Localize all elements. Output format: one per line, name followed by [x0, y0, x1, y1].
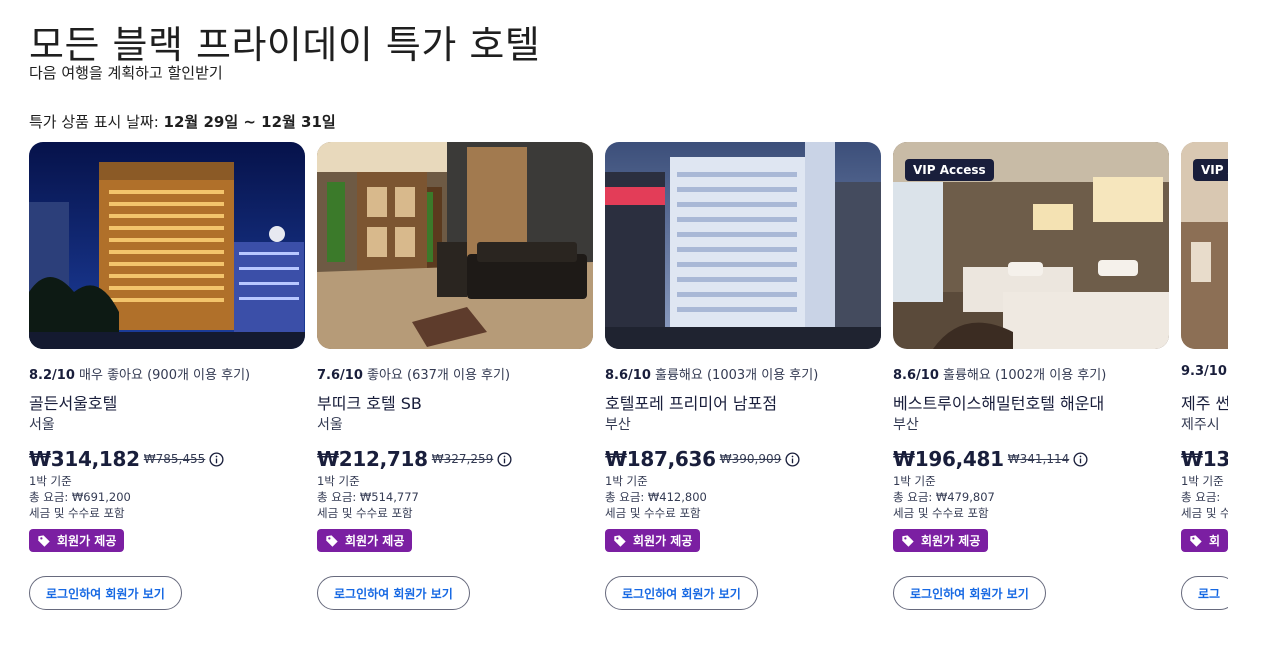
hotel-name[interactable]: 부띠크 호텔 SB	[317, 390, 422, 414]
per-night-label: 1박 기준	[317, 474, 360, 488]
rating-text: 좋아요 (637개 이용 후기)	[367, 368, 511, 383]
member-price-badge: 회원가 제공	[317, 529, 413, 552]
member-price-badge: 회	[1181, 529, 1228, 552]
rating-score: 8.6/10	[893, 368, 939, 383]
price-row: ₩196,481 ₩341,114	[893, 447, 1088, 471]
hotel-name[interactable]: 호텔포레 프리미어 남포점	[605, 390, 777, 414]
taxes-note: 세금 및 수수료 포함	[317, 506, 413, 520]
info-circle-icon[interactable]	[1073, 451, 1088, 467]
taxes-note: 세금 및 수	[1181, 506, 1228, 520]
hotel-card[interactable]: 7.6/10 좋아요 (637개 이용 후기) 부띠크 호텔 SB 서울 ₩21…	[317, 142, 593, 612]
info-circle-icon[interactable]	[785, 451, 800, 467]
member-price-badge: 회원가 제공	[893, 529, 989, 552]
info-circle-icon[interactable]	[209, 451, 224, 467]
price-row: ₩212,718 ₩327,259	[317, 447, 512, 471]
hotel-image[interactable]: VIP A	[1181, 142, 1228, 349]
info-circle-icon[interactable]	[497, 451, 512, 467]
member-price-label: 회원가 제공	[57, 534, 117, 548]
taxes-note: 세금 및 수수료 포함	[29, 506, 125, 520]
price-row: ₩314,182 ₩785,455	[29, 447, 224, 471]
rating-score: 8.6/10	[605, 368, 651, 383]
login-member-price-button[interactable]: 로그인하여 회원가 보기	[317, 576, 470, 610]
original-price: ₩327,259	[431, 452, 494, 466]
hotel-rating: 8.6/10 훌륭해요 (1002개 이용 후기)	[893, 364, 1106, 383]
per-night-label: 1박 기준	[893, 474, 936, 488]
login-member-price-button[interactable]: 로그인하여 회원가 보기	[605, 576, 758, 610]
taxes-note: 세금 및 수수료 포함	[893, 506, 989, 520]
member-price-label: 회	[1209, 534, 1221, 548]
original-price: ₩390,909	[719, 452, 782, 466]
total-price: 총 요금: ₩514,777	[317, 490, 419, 504]
vip-access-badge: VIP Access	[905, 159, 994, 181]
total-price: 총 요금: ₩479,807	[893, 490, 995, 504]
total-price: 총 요금: ₩412,800	[605, 490, 707, 504]
hotel-card[interactable]: VIP Access 8.6/10 훌륭해요 (1002개 이용 후기) 베스트…	[893, 142, 1169, 612]
deal-dates-label: 특가 상품 표시 날짜:	[29, 113, 159, 131]
rating-score: 7.6/10	[317, 368, 363, 383]
per-night-label: 1박 기준	[605, 474, 648, 488]
vip-access-badge: VIP A	[1193, 159, 1228, 181]
login-member-price-button[interactable]: 로그인하여 회원가 보기	[29, 576, 182, 610]
member-price-label: 회원가 제공	[921, 534, 981, 548]
price-row: ₩187,636 ₩390,909	[605, 447, 800, 471]
hotel-image[interactable]: VIP Access	[893, 142, 1169, 349]
page-title: 모든 블랙 프라이데이 특가 호텔	[29, 23, 541, 67]
hotel-city: 서울	[317, 417, 343, 433]
deal-dates-value: 12월 29일 ~ 12월 31일	[163, 113, 336, 131]
hotel-card[interactable]: 8.2/10 매우 좋아요 (900개 이용 후기) 골든서울호텔 서울 ₩31…	[29, 142, 305, 612]
tag-icon	[614, 534, 626, 547]
deal-dates: 특가 상품 표시 날짜: 12월 29일 ~ 12월 31일	[29, 111, 336, 132]
current-price: ₩131,	[1181, 447, 1228, 471]
hotel-rating: 8.2/10 매우 좋아요 (900개 이용 후기)	[29, 364, 250, 383]
original-price: ₩341,114	[1007, 452, 1070, 466]
rating-text: 매우 좋아요 (900개 이용 후기)	[79, 368, 251, 383]
per-night-label: 1박 기준	[1181, 474, 1224, 488]
hotel-city: 제주시	[1181, 417, 1220, 433]
member-price-badge: 회원가 제공	[605, 529, 701, 552]
current-price: ₩314,182	[29, 447, 140, 471]
hotel-image[interactable]	[605, 142, 881, 349]
hotel-city: 서울	[29, 417, 55, 433]
hotel-carousel: 8.2/10 매우 좋아요 (900개 이용 후기) 골든서울호텔 서울 ₩31…	[29, 142, 1228, 622]
hotel-rating: 9.3/10	[1181, 364, 1227, 379]
hotel-name[interactable]: 골든서울호텔	[29, 390, 117, 414]
current-price: ₩212,718	[317, 447, 428, 471]
hotel-name[interactable]: 베스트루이스해밀턴호텔 해운대	[893, 390, 1104, 414]
member-price-label: 회원가 제공	[345, 534, 405, 548]
tag-icon	[902, 534, 914, 547]
tag-icon	[326, 534, 338, 547]
login-member-price-button[interactable]: 로그	[1181, 576, 1228, 610]
original-price: ₩785,455	[143, 452, 206, 466]
price-row: ₩131,	[1181, 447, 1228, 471]
member-price-label: 회원가 제공	[633, 534, 693, 548]
hotel-rating: 8.6/10 훌륭해요 (1003개 이용 후기)	[605, 364, 818, 383]
hotel-city: 부산	[605, 417, 631, 433]
per-night-label: 1박 기준	[29, 474, 72, 488]
rating-text: 훌륭해요 (1002개 이용 후기)	[943, 368, 1107, 383]
rating-text: 훌륭해요 (1003개 이용 후기)	[655, 368, 819, 383]
taxes-note: 세금 및 수수료 포함	[605, 506, 701, 520]
hotel-card[interactable]: VIP A 9.3/10 제주 썬 제주시 ₩131, 1박 기준 총 요금: …	[1181, 142, 1228, 612]
hotel-city: 부산	[893, 417, 919, 433]
hotel-name[interactable]: 제주 썬	[1181, 390, 1228, 414]
login-member-price-button[interactable]: 로그인하여 회원가 보기	[893, 576, 1046, 610]
tag-icon	[38, 534, 50, 547]
tag-icon	[1190, 534, 1202, 547]
page-subtitle: 다음 여행을 계획하고 할인받기	[29, 64, 223, 82]
hotel-rating: 7.6/10 좋아요 (637개 이용 후기)	[317, 364, 510, 383]
current-price: ₩187,636	[605, 447, 716, 471]
member-price-badge: 회원가 제공	[29, 529, 125, 552]
rating-score: 8.2/10	[29, 368, 75, 383]
total-price: 총 요금:	[1181, 490, 1221, 504]
hotel-image[interactable]	[29, 142, 305, 349]
hotel-image[interactable]	[317, 142, 593, 349]
total-price: 총 요금: ₩691,200	[29, 490, 131, 504]
current-price: ₩196,481	[893, 447, 1004, 471]
rating-score: 9.3/10	[1181, 364, 1227, 379]
hotel-card[interactable]: 8.6/10 훌륭해요 (1003개 이용 후기) 호텔포레 프리미어 남포점 …	[605, 142, 881, 612]
